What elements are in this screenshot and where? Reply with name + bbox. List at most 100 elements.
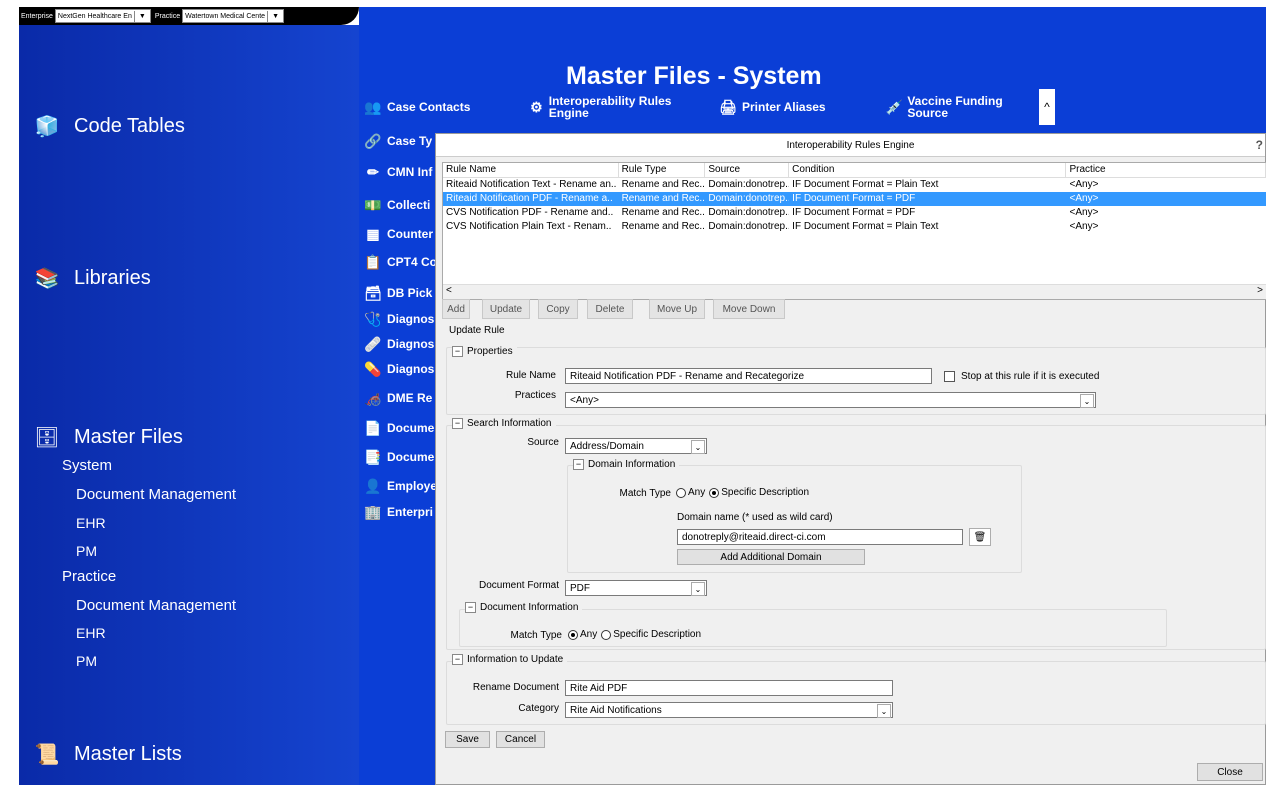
sidebar-item-practice-ehr[interactable]: EHR <box>76 625 106 641</box>
stop-rule-checkbox[interactable] <box>944 371 955 382</box>
domain-name-input[interactable]: donotreply@riteaid.direct-ci.com <box>677 529 963 545</box>
tile-icon: 👤 <box>364 477 382 494</box>
tile-icon: ▦ <box>366 225 380 242</box>
tile-left-12[interactable]: 👤 Employe <box>363 477 437 495</box>
scroll-left-icon[interactable]: < <box>446 285 452 296</box>
collapse-icon[interactable]: − <box>573 459 584 470</box>
sidebar-item-system-ehr[interactable]: EHR <box>76 515 106 531</box>
scroll-right-icon[interactable]: > <box>1257 285 1263 296</box>
tile-left-1[interactable]: ✏ CMN Inf <box>363 163 432 181</box>
tile-label: Interoperability Rules Engine <box>548 94 672 120</box>
tile-icon: 🔗 <box>364 132 382 149</box>
collapse-icon[interactable]: − <box>452 654 463 665</box>
cell-condition: IF Document Format = Plain Text <box>792 221 939 232</box>
horizontal-scrollbar[interactable]: < > <box>443 284 1266 299</box>
search-information-title: Search Information <box>467 418 552 429</box>
collapse-icon[interactable]: − <box>452 418 463 429</box>
practice-select[interactable]: Watertown Medical Cente ▼ <box>182 9 285 23</box>
tile-label: Diagnos <box>387 362 435 376</box>
sidebar-item-system-pm[interactable]: PM <box>76 543 97 559</box>
sidebar-item-label: Code Tables <box>74 114 185 137</box>
sidebar-item-label: Master Lists <box>74 742 182 765</box>
document-format-select[interactable]: PDF ⌄ <box>565 580 707 596</box>
domain-information-header[interactable]: − Domain Information <box>573 459 680 470</box>
radio-label-specific: Specific Description <box>613 629 702 640</box>
delete-button[interactable]: Delete <box>587 299 633 319</box>
sidebar-item-practice-pm[interactable]: PM <box>76 653 97 669</box>
scroll-up-button[interactable]: ^ <box>1039 89 1055 125</box>
tile-left-11[interactable]: 📑 Docume <box>363 448 434 466</box>
tile-left-4[interactable]: 📋 CPT4 Co <box>363 253 437 271</box>
tile-left-10[interactable]: 📄 Docume <box>363 419 434 437</box>
chevron-down-icon[interactable]: ▼ <box>267 10 283 22</box>
chevron-down-icon[interactable]: ⌄ <box>691 440 705 454</box>
trash-icon[interactable]: 🗑 <box>969 528 991 546</box>
information-to-update-header[interactable]: − Information to Update <box>452 654 568 665</box>
tile-left-8[interactable]: 💊 Diagnos <box>363 360 434 378</box>
move-up-button[interactable]: Move Up <box>649 299 705 319</box>
table-row-selected[interactable]: Riteaid Notification PDF - Rename a.. Re… <box>443 192 1266 206</box>
update-button[interactable]: Update <box>482 299 530 319</box>
enterprise-select[interactable]: NextGen Healthcare En ▼ <box>54 9 151 23</box>
column-header-rule-name[interactable]: Rule Name <box>443 163 619 177</box>
sidebar-item-system[interactable]: System <box>62 457 112 474</box>
add-button[interactable]: Add <box>442 299 470 319</box>
document-match-specific-radio[interactable] <box>601 629 612 640</box>
table-row[interactable]: CVS Notification PDF - Rename and.. Rena… <box>443 206 1266 220</box>
sidebar-item-practice[interactable]: Practice <box>62 568 116 585</box>
tile-label: Employe <box>387 479 438 493</box>
table-row[interactable]: Riteaid Notification Text - Rename an.. … <box>443 178 1266 192</box>
search-information-header[interactable]: − Search Information <box>452 418 556 429</box>
save-button[interactable]: Save <box>445 731 490 748</box>
properties-header[interactable]: − Properties <box>452 346 517 357</box>
tile-vaccine-funding-source[interactable]: 💉 Vaccine Funding Source <box>885 95 1035 119</box>
tile-icon: 📋 <box>364 253 382 270</box>
tile-left-13[interactable]: 🏢 Enterpri <box>363 503 433 521</box>
tile-left-0[interactable]: 🔗 Case Ty <box>363 132 432 150</box>
move-down-button[interactable]: Move Down <box>713 299 785 319</box>
collapse-icon[interactable]: − <box>465 602 476 613</box>
column-header-condition[interactable]: Condition <box>789 163 1067 177</box>
tile-left-7[interactable]: 🩹 Diagnos <box>363 335 434 353</box>
category-select[interactable]: Rite Aid Notifications ⌄ <box>565 702 893 718</box>
collapse-icon[interactable]: − <box>452 346 463 357</box>
domain-match-any-radio[interactable] <box>676 487 686 498</box>
practices-select[interactable]: <Any> ⌄ <box>565 392 1096 408</box>
tile-label: Case Ty <box>387 134 433 148</box>
tile-left-2[interactable]: 💵 Collecti <box>363 196 430 214</box>
sidebar-item-libraries[interactable]: 📚 Libraries <box>34 265 151 291</box>
tile-interoperability-rules-engine[interactable]: ⚙ Interoperability Rules Engine <box>528 95 688 119</box>
table-row[interactable]: CVS Notification Plain Text - Renam.. Re… <box>443 220 1266 234</box>
column-header-source[interactable]: Source <box>705 163 790 177</box>
tile-left-5[interactable]: 🗃 DB Pick <box>363 284 432 302</box>
source-select[interactable]: Address/Domain ⌄ <box>565 438 707 454</box>
tile-left-6[interactable]: 🩺 Diagnos <box>363 310 434 328</box>
rename-document-input[interactable]: Rite Aid PDF <box>565 680 893 696</box>
sidebar-item-practice-document-management[interactable]: Document Management <box>76 597 236 614</box>
domain-match-specific-radio[interactable] <box>709 487 720 498</box>
close-button[interactable]: Close <box>1197 763 1263 781</box>
document-information-header[interactable]: − Document Information <box>465 602 583 613</box>
cell-rule-type: Rename and Rec.. <box>621 193 705 204</box>
chevron-down-icon[interactable]: ⌄ <box>877 704 891 718</box>
copy-button[interactable]: Copy <box>538 299 578 319</box>
help-icon[interactable]: ? <box>1256 138 1263 152</box>
add-additional-domain-button[interactable]: Add Additional Domain <box>677 549 865 565</box>
sidebar-item-master-files[interactable]: 🗄 Master Files <box>34 424 183 450</box>
sidebar-item-code-tables[interactable]: 🧊 Code Tables <box>34 113 185 139</box>
chevron-down-icon[interactable]: ⌄ <box>691 582 705 596</box>
tile-case-contacts[interactable]: 👥 Case Contacts <box>363 98 470 116</box>
rule-name-input[interactable]: Riteaid Notification PDF - Rename and Re… <box>565 368 932 384</box>
tile-printer-aliases[interactable]: 🖨 Printer Aliases <box>718 98 826 116</box>
cancel-button[interactable]: Cancel <box>496 731 545 748</box>
tile-left-3[interactable]: ▦ Counter <box>363 225 433 243</box>
document-match-any-radio[interactable] <box>568 629 578 640</box>
radio-label-specific: Specific Description <box>721 487 810 498</box>
chevron-down-icon[interactable]: ▼ <box>133 10 150 22</box>
tile-left-9[interactable]: 🦽 DME Re <box>363 389 432 407</box>
sidebar-item-master-lists[interactable]: 📜 Master Lists <box>34 741 182 767</box>
column-header-practice[interactable]: Practice <box>1066 163 1266 177</box>
chevron-down-icon[interactable]: ⌄ <box>1080 394 1094 408</box>
sidebar-item-system-document-management[interactable]: Document Management <box>76 486 236 503</box>
column-header-rule-type[interactable]: Rule Type <box>619 163 706 177</box>
